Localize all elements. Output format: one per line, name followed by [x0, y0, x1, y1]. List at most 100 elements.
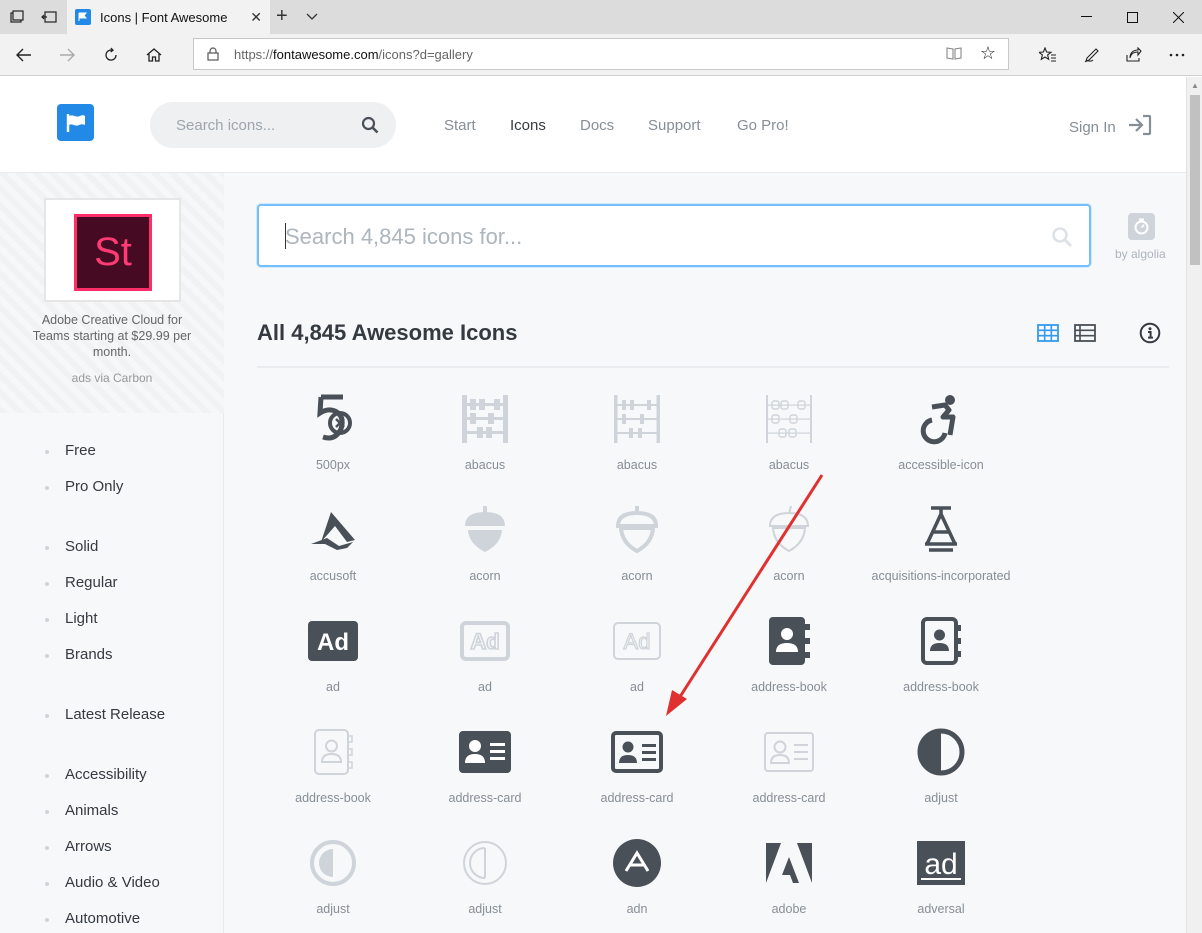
forward-icon[interactable]: [53, 41, 81, 69]
icon-card[interactable]: acorn: [561, 488, 713, 599]
algolia-logo-icon[interactable]: [1128, 213, 1155, 240]
category-animals[interactable]: Animals: [45, 802, 118, 819]
icon-card[interactable]: abacus: [713, 377, 865, 488]
icon-card[interactable]: address-card: [561, 710, 713, 821]
filter-latest-release[interactable]: Latest Release: [45, 706, 165, 723]
address-card-icon: [764, 732, 814, 772]
browser-navbar: https://fontawesome.com/icons?d=gallery …: [0, 34, 1202, 76]
icon-card[interactable]: 500px: [257, 377, 409, 488]
icon-card[interactable]: Ad ad: [409, 599, 561, 710]
back-icon[interactable]: [10, 41, 38, 69]
fontawesome-logo[interactable]: [57, 104, 94, 141]
category-audio-video[interactable]: Audio & Video: [45, 874, 160, 891]
icon-card[interactable]: acquisitions-incorporated: [865, 488, 1017, 599]
text-cursor: [285, 223, 286, 249]
reading-view-icon[interactable]: [946, 46, 962, 63]
icon-card[interactable]: address-book: [865, 599, 1017, 710]
refresh-icon[interactable]: [97, 41, 125, 69]
icon-card[interactable]: abacus: [561, 377, 713, 488]
ad-via-link[interactable]: ads via Carbon: [22, 371, 202, 385]
share-icon[interactable]: [1120, 41, 1148, 69]
icon-label: acorn: [469, 569, 501, 583]
ad-text[interactable]: Adobe Creative Cloud for Teams starting …: [22, 312, 202, 360]
set-tabs-aside-icon[interactable]: [38, 6, 60, 28]
category-accessibility[interactable]: Accessibility: [45, 766, 147, 783]
icon-search-input[interactable]: [285, 224, 985, 250]
header-search-input[interactable]: [176, 115, 356, 135]
acorn-icon: [465, 506, 505, 552]
icon-card[interactable]: address-book: [257, 710, 409, 821]
list-view-icon[interactable]: [1074, 324, 1096, 342]
icon-card[interactable]: acorn: [409, 488, 561, 599]
page-scrollbar[interactable]: ▲: [1186, 77, 1202, 933]
search-icon[interactable]: [1051, 226, 1073, 248]
category-automotive[interactable]: Automotive: [45, 910, 140, 927]
algolia-credit[interactable]: by algolia: [1115, 247, 1166, 261]
icon-card[interactable]: address-card: [409, 710, 561, 821]
acquisitions-incorporated-icon: [925, 506, 957, 552]
maximize-icon[interactable]: [1109, 0, 1155, 34]
adjust-icon: [310, 840, 356, 886]
filter-solid[interactable]: Solid: [45, 538, 98, 555]
search-icon[interactable]: [361, 116, 379, 134]
address-bar[interactable]: https://fontawesome.com/icons?d=gallery …: [193, 38, 1009, 70]
grid-view-icon[interactable]: [1037, 324, 1059, 342]
favorites-list-icon[interactable]: [1034, 41, 1062, 69]
icon-card[interactable]: address-book: [713, 599, 865, 710]
icon-search-box[interactable]: [257, 204, 1091, 267]
acorn-icon: [615, 506, 659, 554]
favorite-star-icon[interactable]: ☆: [980, 43, 996, 64]
icon-label: adjust: [316, 902, 350, 916]
sidebar: St Adobe Creative Cloud for Teams starti…: [0, 173, 224, 933]
more-icon[interactable]: [1163, 41, 1191, 69]
icon-card[interactable]: accusoft: [257, 488, 409, 599]
close-window-icon[interactable]: [1155, 0, 1201, 34]
nav-docs[interactable]: Docs: [580, 117, 614, 134]
nav-support[interactable]: Support: [648, 117, 701, 134]
icon-card[interactable]: adjust: [409, 821, 561, 932]
icon-card[interactable]: adjust: [865, 710, 1017, 821]
icon-card[interactable]: accessible-icon: [865, 377, 1017, 488]
nav-go-pro[interactable]: Go Pro!: [737, 117, 789, 134]
icon-card[interactable]: adobe: [713, 821, 865, 932]
close-tab-icon[interactable]: ✕: [250, 9, 262, 26]
sign-in-link[interactable]: Sign In: [1069, 119, 1116, 136]
nav-icons[interactable]: Icons: [510, 117, 546, 134]
icon-label: address-book: [295, 791, 371, 805]
icon-card[interactable]: acorn: [713, 488, 865, 599]
scroll-up-icon[interactable]: ▲: [1191, 81, 1199, 90]
minimize-icon[interactable]: [1063, 0, 1109, 34]
filter-brands[interactable]: Brands: [45, 646, 113, 663]
info-icon[interactable]: [1139, 322, 1161, 344]
browser-titlebar: Icons | Font Awesome ✕ +: [0, 0, 1202, 34]
icon-card[interactable]: Ad ad: [561, 599, 713, 710]
header-search[interactable]: [150, 102, 396, 148]
icon-card[interactable]: address-card: [713, 710, 865, 821]
icon-label: ad: [326, 680, 340, 694]
home-icon[interactable]: [140, 41, 168, 69]
icon-card[interactable]: adn: [561, 821, 713, 932]
icon-label: ad: [630, 680, 644, 694]
filter-free[interactable]: Free: [45, 442, 96, 459]
svg-text:Ad: Ad: [470, 629, 499, 654]
filter-light[interactable]: Light: [45, 610, 98, 627]
new-tab-icon[interactable]: +: [276, 5, 288, 28]
tab-fontawesome[interactable]: Icons | Font Awesome ✕: [67, 0, 270, 34]
filter-regular[interactable]: Regular: [45, 574, 118, 591]
carbon-ad[interactable]: St Adobe Creative Cloud for Teams starti…: [0, 173, 224, 413]
abacus-icon: [766, 395, 812, 443]
icon-card[interactable]: ad adversal: [865, 821, 1017, 932]
filter-pro-only[interactable]: Pro Only: [45, 478, 123, 495]
tab-actions-icon[interactable]: [6, 6, 28, 28]
ad-image[interactable]: St: [44, 198, 181, 302]
icon-card[interactable]: Ad ad: [257, 599, 409, 710]
sign-in-icon[interactable]: [1128, 114, 1152, 136]
category-arrows[interactable]: Arrows: [45, 838, 112, 855]
nav-start[interactable]: Start: [444, 117, 476, 134]
chevron-down-icon[interactable]: [306, 8, 318, 24]
icon-card[interactable]: adjust: [257, 821, 409, 932]
scrollbar-thumb[interactable]: [1190, 95, 1200, 265]
icon-card[interactable]: abacus: [409, 377, 561, 488]
adjust-icon: [463, 841, 507, 885]
pen-notes-icon[interactable]: [1078, 41, 1106, 69]
